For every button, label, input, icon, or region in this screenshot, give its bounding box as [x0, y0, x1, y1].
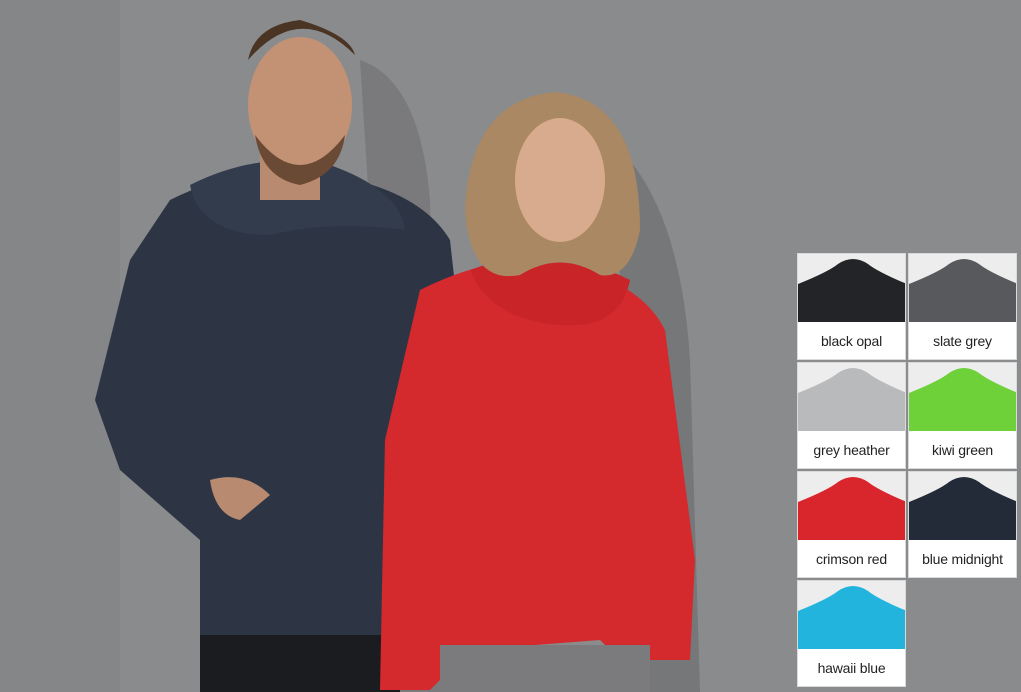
swatch-label: blue midnight [922, 550, 1003, 567]
swatch-image [798, 581, 905, 649]
color-swatch-grid: black opal slate grey grey heather kiwi … [797, 253, 1019, 687]
swatch-kiwi-green[interactable]: kiwi green [908, 362, 1017, 469]
swatch-black-opal[interactable]: black opal [797, 253, 906, 360]
swatch-crimson-red[interactable]: crimson red [797, 471, 906, 578]
woman-hoodie [380, 260, 695, 690]
swatch-image [798, 472, 905, 540]
swatch-label: black opal [820, 332, 883, 349]
swatch-image [798, 254, 905, 322]
swatch-image [909, 254, 1016, 322]
swatch-label: grey heather [813, 441, 890, 458]
swatch-label: slate grey [933, 332, 992, 349]
swatch-slate-grey[interactable]: slate grey [908, 253, 1017, 360]
swatch-image [798, 363, 905, 431]
swatch-image [909, 472, 1016, 540]
swatch-blue-midnight[interactable]: blue midnight [908, 471, 1017, 578]
swatch-grey-heather[interactable]: grey heather [797, 362, 906, 469]
swatch-label: crimson red [816, 550, 887, 567]
swatch-label: kiwi green [931, 441, 994, 458]
swatch-hawaii-blue[interactable]: hawaii blue [797, 580, 906, 687]
swatch-image [909, 363, 1016, 431]
swatch-label: hawaii blue [817, 659, 886, 676]
